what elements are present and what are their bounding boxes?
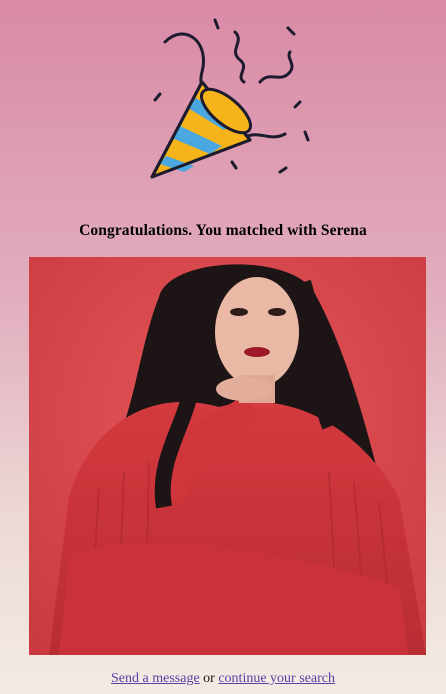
continue-search-link[interactable]: continue your search (218, 671, 335, 686)
match-heading: Congratulations. You matched with Serena (79, 222, 367, 239)
footer-actions: Send a message or continue your search (0, 671, 446, 687)
party-popper-icon (140, 12, 320, 192)
send-message-link[interactable]: Send a message (111, 671, 200, 686)
profile-photo (29, 257, 426, 655)
footer-separator: or (203, 671, 219, 686)
